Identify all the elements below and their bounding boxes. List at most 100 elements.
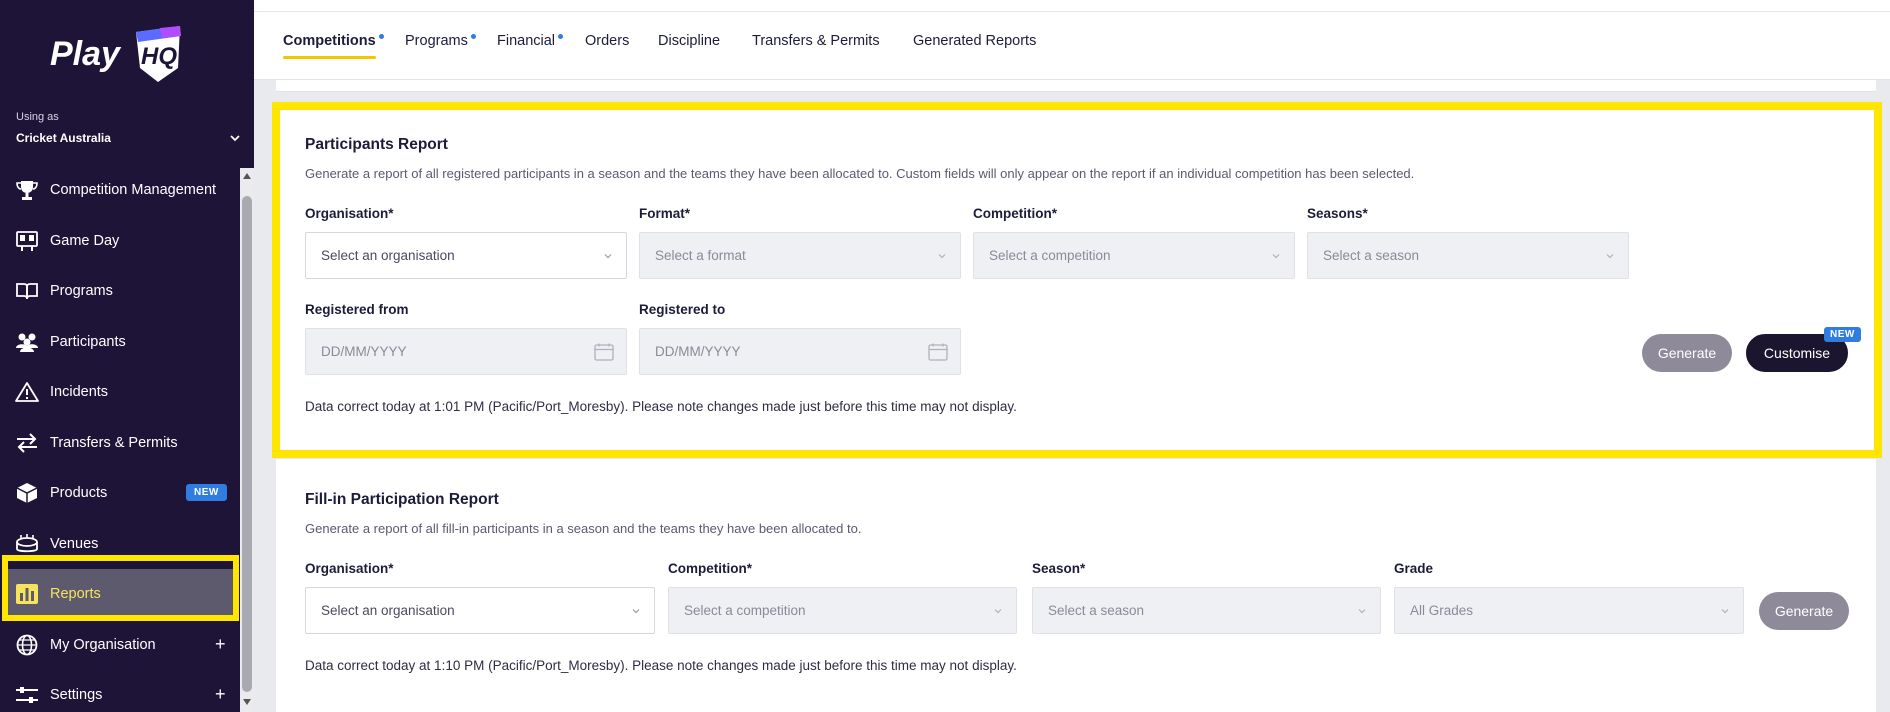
- sidebar-item-incidents[interactable]: Incidents: [0, 367, 240, 418]
- card-title: Fill-in Participation Report: [305, 491, 499, 508]
- sidebar-nav: Competition Management Game Day Programs…: [0, 165, 240, 712]
- tab-label: Financial: [497, 33, 556, 49]
- sidebar-item-label: Competition Management: [50, 182, 217, 199]
- fillin-participation-report-card: Fill-in Participation Report Generate a …: [276, 459, 1876, 712]
- format-placeholder: Select a format: [655, 248, 746, 263]
- data-freshness-note: Data correct today at 1:01 PM (Pacific/P…: [305, 399, 1017, 414]
- sidebar-item-label: Transfers & Permits: [50, 434, 178, 451]
- sidebar-item-my-organisation[interactable]: My Organisation +: [0, 620, 240, 671]
- playhq-logo[interactable]: Play HQ: [50, 20, 190, 90]
- sidebar-item-label: Reports: [50, 586, 101, 603]
- people-icon: [14, 329, 40, 355]
- box-icon: [14, 480, 40, 506]
- registered-to-label: Registered to: [639, 302, 726, 317]
- sidebar-item-settings[interactable]: Settings +: [0, 670, 240, 712]
- transfer-icon: [14, 430, 40, 456]
- organisation-label: Organisation*: [305, 561, 394, 576]
- grade-placeholder: All Grades: [1410, 603, 1474, 618]
- previous-card-edge: [276, 80, 1876, 92]
- notification-dot: [470, 34, 476, 39]
- seasons-label: Seasons*: [1307, 206, 1368, 221]
- org-switcher[interactable]: Cricket Australia: [16, 131, 111, 145]
- generate-button[interactable]: Generate: [1642, 334, 1732, 372]
- competition-placeholder: Select a competition: [684, 603, 806, 618]
- participants-report-card: Participants Report Generate a report of…: [276, 106, 1876, 451]
- chevron-down-icon: [1606, 254, 1614, 259]
- sidebar-item-participants[interactable]: Participants: [0, 317, 240, 368]
- chevron-down-icon: [1358, 609, 1366, 614]
- expand-icon[interactable]: +: [215, 684, 226, 705]
- tab-label: Transfers & Permits: [752, 33, 880, 49]
- scroll-down-arrow-icon[interactable]: [243, 699, 251, 705]
- new-badge: NEW: [186, 484, 227, 501]
- sidebar-item-label: Game Day: [50, 232, 120, 249]
- tab-label: Competitions: [283, 33, 376, 49]
- scroll-up-arrow-icon[interactable]: [243, 173, 251, 179]
- seasons-placeholder: Select a season: [1323, 248, 1420, 263]
- book-icon: [14, 278, 40, 304]
- sidebar-item-venues[interactable]: Venues: [0, 519, 240, 570]
- trophy-icon: [14, 177, 40, 203]
- sidebar-item-competition-management[interactable]: Competition Management: [0, 165, 240, 216]
- grade-select[interactable]: All Grades: [1394, 587, 1744, 634]
- scoreboard-icon: [14, 228, 40, 254]
- date-placeholder: DD/MM/YYYY: [321, 344, 407, 359]
- content-strip: [254, 80, 1890, 92]
- organisation-select[interactable]: Select an organisation: [305, 587, 655, 634]
- expand-icon[interactable]: +: [215, 634, 226, 655]
- using-as-label: Using as: [16, 111, 59, 123]
- stadium-icon: [14, 531, 40, 557]
- card-description: Generate a report of all fill-in partici…: [305, 521, 862, 536]
- sidebar-item-label: Incidents: [50, 384, 109, 401]
- format-select[interactable]: Select a format: [639, 232, 961, 279]
- notification-dot: [558, 34, 564, 39]
- sidebar-item-reports[interactable]: Reports: [4, 569, 236, 620]
- sliders-icon: [14, 682, 40, 708]
- grade-label: Grade: [1394, 561, 1434, 576]
- sidebar-scrollbar[interactable]: [240, 168, 254, 712]
- competition-placeholder: Select a competition: [989, 248, 1111, 263]
- registered-from-date-input[interactable]: DD/MM/YYYY: [305, 328, 627, 375]
- chevron-down-icon[interactable]: [228, 131, 242, 145]
- sidebar-item-programs[interactable]: Programs: [0, 266, 240, 317]
- competition-label: Competition*: [668, 561, 752, 576]
- scrollbar-thumb[interactable]: [242, 196, 252, 692]
- registered-to-date-input[interactable]: DD/MM/YYYY: [639, 328, 961, 375]
- tab-orders[interactable]: Orders: [585, 33, 629, 59]
- warning-icon: [14, 379, 40, 405]
- sidebar-item-game-day[interactable]: Game Day: [0, 216, 240, 267]
- sidebar-item-label: Participants: [50, 333, 126, 350]
- sidebar-item-transfers-permits[interactable]: Transfers & Permits: [0, 418, 240, 469]
- svg-text:Play: Play: [50, 35, 122, 73]
- tab-competitions[interactable]: Competitions: [283, 33, 384, 59]
- chevron-down-icon: [604, 254, 612, 259]
- sidebar-item-label: Products: [50, 485, 108, 502]
- competition-select[interactable]: Select a competition: [668, 587, 1017, 634]
- chevron-down-icon: [938, 254, 946, 259]
- sidebar-item-label: My Organisation: [50, 636, 156, 653]
- tab-transfers-permits[interactable]: Transfers & Permits: [752, 33, 880, 59]
- calendar-icon[interactable]: [928, 343, 948, 361]
- organisation-placeholder: Select an organisation: [321, 603, 455, 618]
- sidebar-item-products[interactable]: Products NEW: [0, 468, 240, 519]
- tab-label: Orders: [585, 33, 630, 49]
- tab-discipline[interactable]: Discipline: [658, 33, 720, 59]
- tab-financial[interactable]: Financial: [497, 33, 564, 59]
- svg-text:HQ: HQ: [141, 43, 177, 70]
- organisation-select[interactable]: Select an organisation: [305, 232, 627, 279]
- tab-generated-reports[interactable]: Generated Reports: [913, 33, 1036, 59]
- calendar-icon[interactable]: [594, 343, 614, 361]
- globe-icon: [14, 632, 40, 658]
- sidebar: Play HQ Using as Cricket Australia Compe…: [0, 0, 254, 712]
- sidebar-item-label: Settings: [50, 687, 103, 704]
- season-placeholder: Select a season: [1048, 603, 1145, 618]
- chevron-down-icon: [994, 609, 1002, 614]
- tab-programs[interactable]: Programs: [405, 33, 476, 59]
- competition-select[interactable]: Select a competition: [973, 232, 1295, 279]
- chevron-down-icon: [632, 609, 640, 614]
- generate-button[interactable]: Generate: [1759, 592, 1849, 630]
- seasons-select[interactable]: Select a season: [1307, 232, 1629, 279]
- card-description: Generate a report of all registered part…: [305, 166, 1415, 181]
- tab-label: Discipline: [658, 33, 721, 49]
- season-select[interactable]: Select a season: [1032, 587, 1381, 634]
